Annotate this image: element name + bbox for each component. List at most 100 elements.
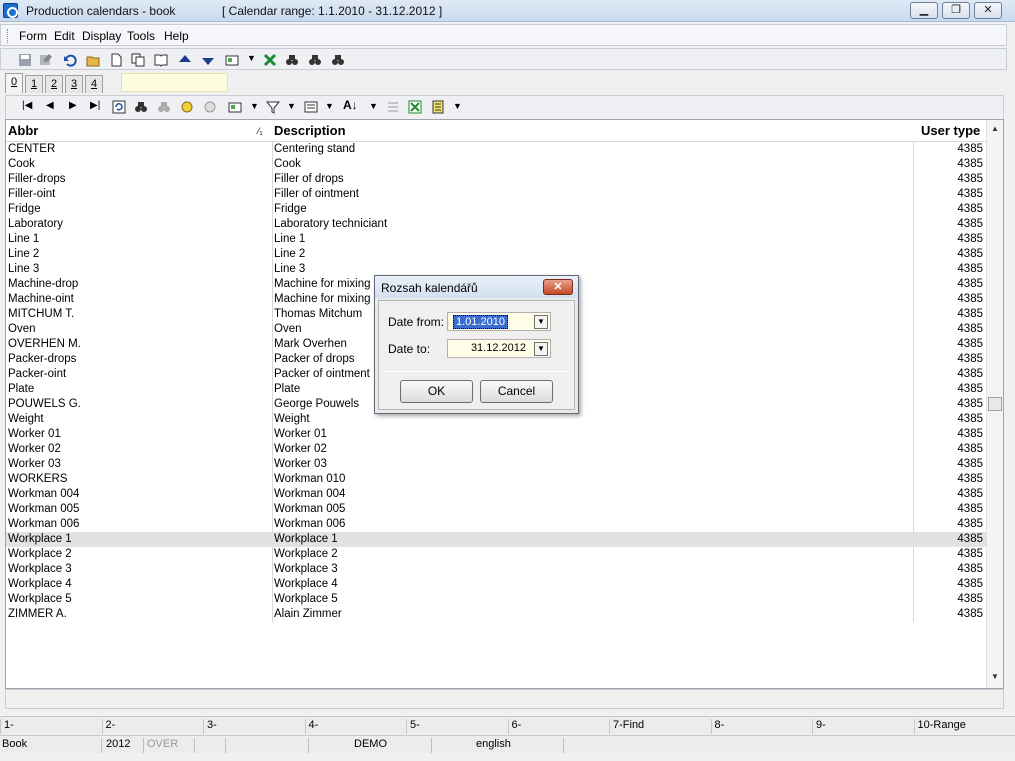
grid-find-icon[interactable] — [134, 100, 148, 114]
notes-icon[interactable] — [431, 100, 445, 114]
function-key-3[interactable]: 3- — [203, 719, 303, 734]
table-row[interactable]: Worker 02 Worker 02 4385 — [6, 442, 986, 457]
previous-record-icon[interactable]: ◀ — [46, 100, 54, 111]
copy-document-icon[interactable] — [131, 53, 145, 67]
export-excel-icon[interactable] — [263, 53, 277, 67]
tab-0[interactable]: 0 — [5, 73, 23, 93]
excel-grid-icon[interactable] — [408, 100, 422, 114]
find-icon[interactable] — [285, 53, 299, 67]
open-folder-icon[interactable] — [86, 53, 100, 67]
minimize-button[interactable]: ▁ — [910, 2, 938, 19]
cancel-button[interactable]: Cancel — [480, 380, 553, 403]
scroll-down-icon[interactable]: ▼ — [991, 672, 999, 681]
column-header-user-type[interactable]: User type — [921, 123, 980, 138]
vertical-scrollbar[interactable]: ▲ ▼ — [986, 120, 1003, 688]
menu-tools[interactable]: Tools — [127, 29, 155, 43]
columns-dropdown-icon[interactable]: ▼ — [325, 101, 334, 111]
quick-search-field[interactable] — [121, 73, 228, 92]
arrow-up-icon[interactable] — [178, 53, 192, 67]
table-row[interactable]: CENTER Centering stand 4385 — [6, 142, 986, 157]
table-row[interactable]: Line 1 Line 1 4385 — [6, 232, 986, 247]
date-to-field[interactable]: 31.12.2012 ▼ — [447, 339, 551, 358]
filter-dropdown-icon[interactable]: ▼ — [287, 101, 296, 111]
report-icon[interactable] — [225, 53, 239, 67]
tab-4[interactable]: 4 — [85, 75, 103, 93]
function-key-6[interactable]: 6- — [507, 719, 608, 734]
function-key-9[interactable]: 9- — [812, 719, 912, 734]
save-icon[interactable] — [18, 53, 32, 67]
table-row[interactable]: WORKERS Workman 010 4385 — [6, 472, 986, 487]
table-row[interactable]: Filler-oint Filler of ointment 4385 — [6, 187, 986, 202]
list-icon[interactable] — [386, 100, 400, 114]
cell-description: Workplace 5 — [274, 593, 338, 605]
notes-dropdown-icon[interactable]: ▼ — [453, 101, 462, 111]
restore-button[interactable]: ❐ — [942, 2, 970, 19]
table-row[interactable]: Workman 005 Workman 005 4385 — [6, 502, 986, 517]
table-row[interactable]: Cook Cook 4385 — [6, 157, 986, 172]
function-key-4[interactable]: 4- — [304, 719, 405, 734]
new-document-icon[interactable] — [109, 53, 123, 67]
table-row[interactable]: Line 2 Line 2 4385 — [6, 247, 986, 262]
table-row[interactable]: Workplace 1 Workplace 1 4385 — [6, 532, 986, 547]
menu-help[interactable]: Help — [164, 29, 189, 43]
find-next-icon[interactable] — [308, 53, 322, 67]
tab-2[interactable]: 2 — [45, 75, 63, 93]
table-row[interactable]: ZIMMER A. Alain Zimmer 4385 — [6, 607, 986, 622]
dialog-close-button[interactable]: ✕ — [543, 279, 573, 295]
function-key-2[interactable]: 2- — [101, 719, 202, 734]
unmark-record-icon[interactable] — [203, 100, 217, 114]
table-row[interactable]: Workplace 2 Workplace 2 4385 — [6, 547, 986, 562]
table-row[interactable]: Fridge Fridge 4385 — [6, 202, 986, 217]
function-key-1[interactable]: 1- — [0, 719, 100, 734]
grid-report-dropdown-icon[interactable]: ▼ — [250, 101, 259, 111]
table-row[interactable]: Workplace 5 Workplace 5 4385 — [6, 592, 986, 607]
save-as-icon[interactable] — [39, 53, 53, 67]
report-dropdown-icon[interactable]: ▼ — [247, 53, 256, 63]
menu-display[interactable]: Display — [82, 29, 121, 43]
menu-edit[interactable]: Edit — [54, 29, 75, 43]
sort-az-icon[interactable]: A↓ — [343, 98, 358, 112]
mark-record-icon[interactable] — [180, 100, 194, 114]
first-record-icon[interactable]: |◀ — [22, 100, 32, 111]
column-header-description[interactable]: Description — [274, 123, 346, 138]
date-to-value: 31.12.2012 — [470, 342, 526, 354]
table-row[interactable]: Worker 03 Worker 03 4385 — [6, 457, 986, 472]
tab-1[interactable]: 1 — [25, 75, 43, 93]
main-toolbar: ▼ — [0, 48, 1007, 70]
table-row[interactable]: Workman 004 Workman 004 4385 — [6, 487, 986, 502]
undo-icon[interactable] — [63, 53, 77, 67]
scroll-thumb[interactable] — [988, 397, 1002, 411]
grid-find-next-icon[interactable] — [157, 100, 171, 114]
find-filter-icon[interactable] — [331, 53, 345, 67]
next-record-icon[interactable]: ▶ — [69, 100, 77, 111]
table-row[interactable]: Weight Weight 4385 — [6, 412, 986, 427]
tab-3[interactable]: 3 — [65, 75, 83, 93]
scroll-up-icon[interactable]: ▲ — [991, 124, 999, 133]
table-row[interactable]: Workplace 4 Workplace 4 4385 — [6, 577, 986, 592]
filter-icon[interactable] — [266, 100, 280, 114]
table-row[interactable]: Laboratory Laboratory techniciant 4385 — [6, 217, 986, 232]
close-button[interactable]: ✕ — [974, 2, 1002, 19]
column-header-abbr[interactable]: Abbr — [8, 123, 38, 138]
menu-form[interactable]: Form — [19, 29, 47, 43]
cell-description: Filler of ointment — [274, 188, 360, 200]
date-from-dropdown-icon[interactable]: ▼ — [534, 315, 548, 329]
function-key-7[interactable]: 7-Find — [609, 719, 709, 734]
table-row[interactable]: Workplace 3 Workplace 3 4385 — [6, 562, 986, 577]
sort-dropdown-icon[interactable]: ▼ — [369, 101, 378, 111]
arrow-down-icon[interactable] — [201, 53, 215, 67]
grid-report-icon[interactable] — [228, 100, 242, 114]
book-icon[interactable] — [154, 53, 168, 67]
function-key-8[interactable]: 8- — [710, 719, 811, 734]
columns-icon[interactable] — [304, 100, 318, 114]
function-key-5[interactable]: 5- — [406, 719, 506, 734]
table-row[interactable]: Filler-drops Filler of drops 4385 — [6, 172, 986, 187]
refresh-icon[interactable] — [112, 100, 126, 114]
table-row[interactable]: Worker 01 Worker 01 4385 — [6, 427, 986, 442]
last-record-icon[interactable]: ▶| — [90, 100, 100, 111]
table-row[interactable]: Workman 006 Workman 006 4385 — [6, 517, 986, 532]
ok-button[interactable]: OK — [400, 380, 473, 403]
function-key-10[interactable]: 10-Range — [913, 719, 1014, 734]
date-to-dropdown-icon[interactable]: ▼ — [534, 342, 548, 356]
date-from-field[interactable]: 1.01.2010 ▼ — [447, 312, 551, 331]
